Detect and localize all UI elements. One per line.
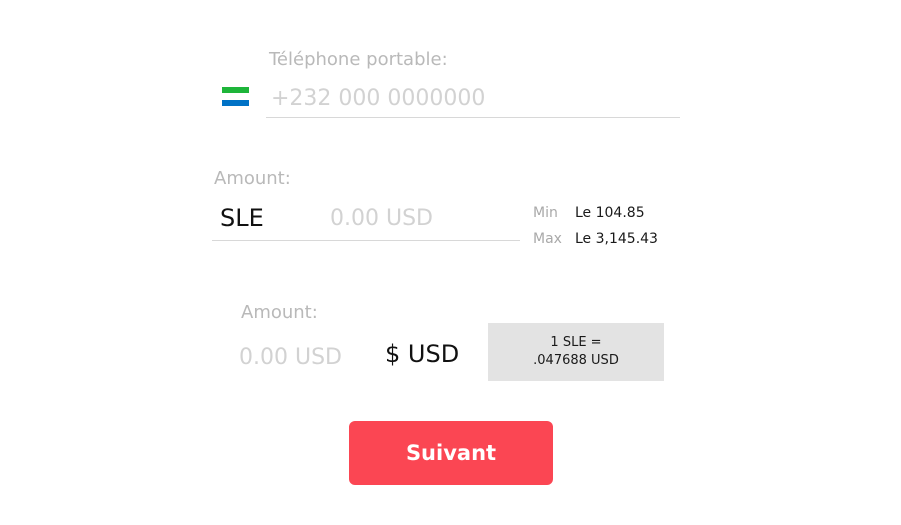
exchange-rate-line2: .047688 USD (533, 353, 619, 368)
flag-stripe-blue (222, 99, 249, 106)
min-limit-row: Min Le 104.85 (533, 200, 658, 226)
min-limit-label: Min (533, 205, 558, 221)
send-amount-field: SLE (212, 198, 520, 241)
send-amount-label: Amount: (214, 168, 291, 189)
exchange-rate-box: 1 SLE = .047688 USD (488, 323, 664, 381)
receive-amount-label: Amount: (241, 302, 318, 323)
phone-input[interactable] (266, 80, 680, 118)
exchange-rate-line1: 1 SLE = (550, 335, 602, 350)
send-amount-input[interactable] (330, 202, 516, 234)
amount-limits: Min Le 104.85 Max Le 3,145.43 (533, 200, 658, 252)
max-limit-row: Max Le 3,145.43 (533, 226, 658, 252)
phone-label: Téléphone portable: (269, 49, 448, 70)
min-limit-value: Le 104.85 (575, 205, 645, 221)
transfer-form: Téléphone portable: Amount: SLE Min Le 1… (0, 0, 901, 525)
max-limit-label: Max (533, 231, 562, 247)
sierra-leone-flag-icon (222, 87, 249, 106)
send-currency-code: SLE (220, 204, 264, 232)
receive-amount-input[interactable] (239, 340, 369, 374)
max-limit-value: Le 3,145.43 (575, 231, 658, 247)
next-button[interactable]: Suivant (349, 421, 553, 485)
receive-currency-label: $ USD (385, 340, 460, 368)
